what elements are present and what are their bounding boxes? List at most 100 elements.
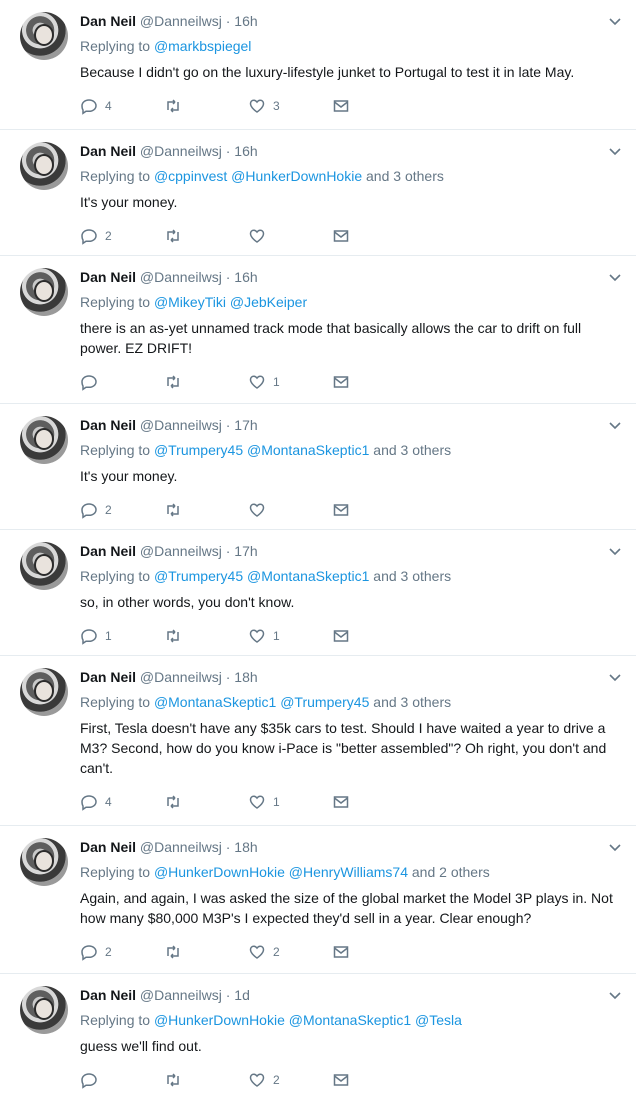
tweet[interactable]: Dan Neil @Danneilwsj · 16h Replying to @… (0, 256, 636, 404)
reply-button[interactable] (80, 1071, 164, 1089)
chevron-down-icon[interactable] (608, 544, 622, 558)
replying-others[interactable]: and 3 others (373, 568, 451, 584)
tweet-time[interactable]: 1d (234, 987, 250, 1003)
reply-button[interactable]: 4 (80, 97, 164, 115)
reply-button[interactable]: 2 (80, 943, 164, 961)
dm-button[interactable] (332, 373, 350, 391)
replying-to: Replying to @HunkerDownHokie @MontanaSke… (80, 1011, 622, 1030)
reply-icon (81, 99, 97, 115)
retweet-button[interactable] (164, 501, 248, 519)
mention-links[interactable]: @markbspiegel (154, 38, 251, 54)
author-handle[interactable]: @Danneilwsj (140, 143, 222, 159)
reply-icon (81, 229, 97, 245)
reply-button[interactable] (80, 373, 164, 391)
author-handle[interactable]: @Danneilwsj (140, 13, 222, 29)
chevron-down-icon[interactable] (608, 418, 622, 432)
tweet-time[interactable]: 17h (234, 417, 257, 433)
tweet[interactable]: Dan Neil @Danneilwsj · 17h Replying to @… (0, 404, 636, 530)
author-name[interactable]: Dan Neil (80, 543, 136, 559)
author-handle[interactable]: @Danneilwsj (140, 839, 222, 855)
retweet-button[interactable] (164, 793, 248, 811)
author-name[interactable]: Dan Neil (80, 417, 136, 433)
author-name[interactable]: Dan Neil (80, 839, 136, 855)
reply-button[interactable]: 2 (80, 501, 164, 519)
chevron-down-icon[interactable] (608, 144, 622, 158)
tweet[interactable]: Dan Neil @Danneilwsj · 18h Replying to @… (0, 656, 636, 826)
tweet-time[interactable]: 16h (234, 269, 257, 285)
retweet-button[interactable] (164, 97, 248, 115)
reply-button[interactable]: 1 (80, 627, 164, 645)
mention-links[interactable]: @HunkerDownHokie @MontanaSkeptic1 @Tesla (154, 1012, 462, 1028)
tweet[interactable]: Dan Neil @Danneilwsj · 16h Replying to @… (0, 130, 636, 256)
chevron-down-icon[interactable] (608, 270, 622, 284)
author-name[interactable]: Dan Neil (80, 269, 136, 285)
chevron-down-icon[interactable] (608, 670, 622, 684)
avatar[interactable] (20, 12, 68, 60)
mention-links[interactable]: @MontanaSkeptic1 @Trumpery45 (154, 694, 369, 710)
retweet-button[interactable] (164, 943, 248, 961)
chevron-down-icon[interactable] (608, 988, 622, 1002)
avatar[interactable] (20, 542, 68, 590)
tweet[interactable]: Dan Neil @Danneilwsj · 18h Replying to @… (0, 826, 636, 974)
dm-button[interactable] (332, 1071, 350, 1089)
mention-links[interactable]: @cppinvest @HunkerDownHokie (154, 168, 362, 184)
like-button[interactable] (248, 227, 332, 245)
author-handle[interactable]: @Danneilwsj (140, 417, 222, 433)
tweet[interactable]: Dan Neil @Danneilwsj · 17h Replying to @… (0, 530, 636, 656)
replying-others[interactable]: and 3 others (373, 694, 451, 710)
retweet-button[interactable] (164, 1071, 248, 1089)
replying-others[interactable]: and 3 others (366, 168, 444, 184)
author-name[interactable]: Dan Neil (80, 13, 136, 29)
replying-others[interactable]: and 3 others (373, 442, 451, 458)
separator-dot: · (225, 13, 231, 29)
mention-links[interactable]: @Trumpery45 @MontanaSkeptic1 (154, 568, 369, 584)
like-button[interactable]: 2 (248, 943, 332, 961)
dm-button[interactable] (332, 793, 350, 811)
retweet-button[interactable] (164, 373, 248, 391)
retweet-button[interactable] (164, 627, 248, 645)
avatar[interactable] (20, 268, 68, 316)
mention-links[interactable]: @HunkerDownHokie @HenryWilliams74 (154, 864, 408, 880)
tweet-time[interactable]: 17h (234, 543, 257, 559)
dm-button[interactable] (332, 627, 350, 645)
dm-button[interactable] (332, 227, 350, 245)
like-button[interactable]: 1 (248, 627, 332, 645)
mention-links[interactable]: @Trumpery45 @MontanaSkeptic1 (154, 442, 369, 458)
replying-others[interactable]: and 2 others (412, 864, 490, 880)
chevron-down-icon[interactable] (608, 840, 622, 854)
tweet-time[interactable]: 18h (234, 669, 257, 685)
retweet-button[interactable] (164, 227, 248, 245)
author-handle[interactable]: @Danneilwsj (140, 543, 222, 559)
dm-button[interactable] (332, 97, 350, 115)
reply-button[interactable]: 4 (80, 793, 164, 811)
like-button[interactable]: 1 (248, 793, 332, 811)
tweet[interactable]: Dan Neil @Danneilwsj · 1d Replying to @H… (0, 974, 636, 1100)
avatar[interactable] (20, 668, 68, 716)
tweet-time[interactable]: 18h (234, 839, 257, 855)
like-button[interactable] (248, 501, 332, 519)
avatar[interactable] (20, 986, 68, 1034)
author-name[interactable]: Dan Neil (80, 669, 136, 685)
avatar[interactable] (20, 416, 68, 464)
reply-button[interactable]: 2 (80, 227, 164, 245)
tweet[interactable]: Dan Neil @Danneilwsj · 16h Replying to @… (0, 0, 636, 130)
chevron-down-icon[interactable] (608, 14, 622, 28)
tweet-time[interactable]: 16h (234, 143, 257, 159)
like-button[interactable]: 2 (248, 1071, 332, 1089)
tweet-time[interactable]: 16h (234, 13, 257, 29)
dm-button[interactable] (332, 943, 350, 961)
author-name[interactable]: Dan Neil (80, 987, 136, 1003)
envelope-icon (333, 230, 349, 242)
like-button[interactable]: 3 (248, 97, 332, 115)
author-handle[interactable]: @Danneilwsj (140, 269, 222, 285)
author-handle[interactable]: @Danneilwsj (140, 987, 222, 1003)
like-button[interactable]: 1 (248, 373, 332, 391)
author-handle[interactable]: @Danneilwsj (140, 669, 222, 685)
heart-icon (249, 629, 265, 643)
tweet-header: Dan Neil @Danneilwsj · 16h (80, 268, 622, 287)
avatar[interactable] (20, 838, 68, 886)
author-name[interactable]: Dan Neil (80, 143, 136, 159)
mention-links[interactable]: @MikeyTiki @JebKeiper (154, 294, 307, 310)
avatar[interactable] (20, 142, 68, 190)
dm-button[interactable] (332, 501, 350, 519)
